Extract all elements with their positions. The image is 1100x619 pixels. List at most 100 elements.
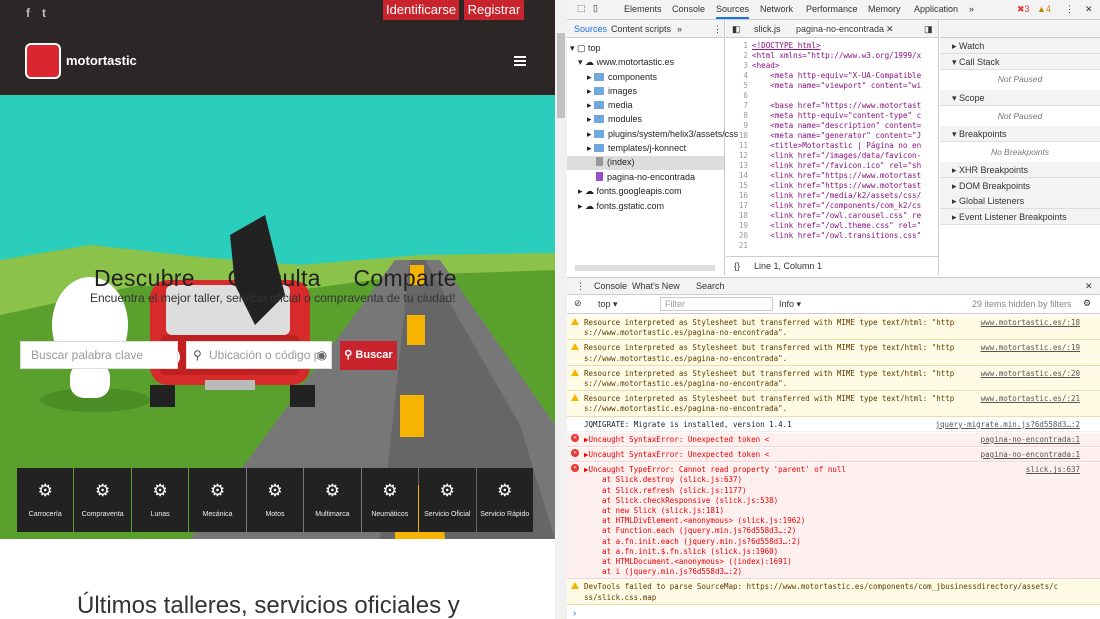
line-number[interactable]: 19 <box>726 221 748 231</box>
code-line[interactable]: <link href="/media/k2/assets/css/ <box>752 191 921 201</box>
tree-domain-googleapis[interactable]: ▸ ☁ fonts.googleapis.com <box>578 186 682 197</box>
category-tile[interactable]: ⚙ Compraventa <box>74 468 131 532</box>
tab-memory[interactable]: Memory <box>868 4 901 14</box>
line-number[interactable]: 9 <box>726 121 748 131</box>
clear-console-icon[interactable]: ⊘ <box>574 298 582 309</box>
error-count-badge[interactable]: ✖3 <box>1017 4 1030 15</box>
code-line[interactable]: <link href="/owl.carousel.css" re <box>752 211 921 221</box>
tab-elements[interactable]: Elements <box>624 4 662 14</box>
code-line[interactable]: <html xmlns="http://www.w3.org/1999/x <box>752 51 921 61</box>
console-message-err[interactable]: ✕ ▶Uncaught TypeError: Cannot read proper… <box>567 463 1100 580</box>
console-source-link[interactable]: www.motortastic.es/:18 <box>980 318 1080 329</box>
category-tile[interactable]: ⚙ Motos <box>246 468 304 532</box>
console-prompt[interactable]: › <box>573 608 576 619</box>
line-number[interactable]: 4 <box>726 71 748 81</box>
console-message-warn[interactable]: Resource interpreted as Stylesheet but t… <box>567 341 1100 366</box>
scrollbar-thumb[interactable] <box>557 33 565 118</box>
tree-folder-images[interactable]: ▸ images <box>587 86 637 97</box>
code-line[interactable]: <link href="/images/data/favicon- <box>752 151 921 161</box>
line-number[interactable]: 11 <box>726 141 748 151</box>
tree-folder-templates[interactable]: ▸ templates/j-konnect <box>587 143 686 154</box>
line-number[interactable]: 3 <box>726 61 748 71</box>
console-message-info[interactable]: JQMIGRATE: Migrate is installed, version… <box>567 418 1100 432</box>
tree-file-index[interactable]: (index) <box>567 156 724 170</box>
pretty-print-icon[interactable]: {} <box>734 257 740 275</box>
tab-performance[interactable]: Performance <box>806 4 858 14</box>
log-level-select[interactable]: Info ▾ <box>779 299 801 310</box>
pane-breakpoints[interactable]: ▾ Breakpoints <box>940 126 1100 142</box>
geolocate-icon[interactable]: ◉ <box>317 342 327 368</box>
console-message-warn[interactable]: Resource interpreted as Stylesheet but t… <box>567 392 1100 417</box>
nav-menu-icon[interactable]: ⋮ <box>713 24 722 35</box>
close-drawer-icon[interactable]: ✕ <box>1085 281 1093 292</box>
search-button[interactable]: ⚲ Buscar <box>340 341 397 370</box>
line-number[interactable]: 13 <box>726 161 748 171</box>
logo-icon[interactable] <box>25 43 61 79</box>
console-source-link[interactable]: jquery-migrate.min.js?6d558d3…:2 <box>935 419 1080 430</box>
code-line[interactable]: <link href="/favicon.ico" rel="sh <box>752 161 921 171</box>
line-number[interactable]: 6 <box>726 91 748 101</box>
console-message-warn[interactable]: Resource interpreted as Stylesheet but t… <box>567 366 1100 392</box>
pane-event-listener-breakpoints[interactable]: ▸ Event Listener Breakpoints <box>940 209 1100 225</box>
location-input[interactable]: ⚲ Ubicación o código po ◉ <box>186 341 332 369</box>
tree-folder-components[interactable]: ▸ components <box>587 72 657 83</box>
category-tile[interactable]: ⚙ Servicio Oficial <box>419 468 476 532</box>
tree-folder-media[interactable]: ▸ media <box>587 100 633 111</box>
console-source-link[interactable]: www.motortastic.es/:20 <box>980 368 1080 379</box>
console-source-link[interactable]: pagina-no-encontrada:1 <box>980 434 1080 445</box>
line-number[interactable]: 8 <box>726 111 748 121</box>
pane-xhr-breakpoints[interactable]: ▸ XHR Breakpoints <box>940 162 1100 178</box>
category-tile[interactable]: ⚙ Lunas <box>131 468 189 532</box>
line-number[interactable]: 10 <box>726 131 748 141</box>
line-number[interactable]: 7 <box>726 101 748 111</box>
toggle-debugger-icon[interactable]: ◨ <box>924 24 933 35</box>
line-number[interactable]: 2 <box>726 51 748 61</box>
console-message-err[interactable]: ✕ ▶Uncaught SyntaxError: Unexpected token… <box>567 448 1100 463</box>
code-line[interactable]: <meta http-equiv="X-UA-Compatible <box>752 71 921 81</box>
category-tile[interactable]: ⚙ Servicio Rápido <box>476 468 533 532</box>
drawer-tab-whats-new[interactable]: What's New <box>632 281 680 291</box>
editor-tab-slick-js[interactable]: slick.js <box>754 24 781 34</box>
category-tile[interactable]: ⚙ Carrocería <box>17 468 74 532</box>
login-button[interactable]: Identificarse <box>383 0 459 20</box>
devtools-menu-icon[interactable]: ⋮ <box>1065 4 1074 15</box>
tab-sources[interactable]: Sources <box>716 4 750 19</box>
code-line[interactable]: <meta name="description" content= <box>752 121 921 131</box>
category-tile[interactable]: ⚙ Multimarca <box>304 468 361 532</box>
tree-domain-gstatic[interactable]: ▸ ☁ fonts.gstatic.com <box>578 201 664 212</box>
line-number[interactable]: 12 <box>726 151 748 161</box>
drawer-menu-icon[interactable]: ⋮ <box>576 281 585 292</box>
device-toggle-icon[interactable]: ▯ <box>593 3 598 14</box>
navigator-hscrollbar[interactable] <box>575 265 715 271</box>
console-message-warn[interactable]: Resource interpreted as Stylesheet but t… <box>567 316 1100 341</box>
keyword-search-input[interactable]: Buscar palabra clave <box>20 341 178 369</box>
pane-global-listeners[interactable]: ▸ Global Listeners <box>940 193 1100 209</box>
more-tabs-icon[interactable]: » <box>969 4 974 14</box>
close-devtools-icon[interactable]: ✕ <box>1085 4 1093 15</box>
toggle-navigator-icon[interactable]: ◧ <box>732 24 741 35</box>
line-number[interactable]: 5 <box>726 81 748 91</box>
code-line[interactable]: <link href="https://www.motortast <box>752 171 921 181</box>
hamburger-menu-icon[interactable] <box>514 56 526 58</box>
line-number[interactable]: 16 <box>726 191 748 201</box>
code-line[interactable]: <link href="/owl.theme.css" rel=" <box>752 221 921 231</box>
console-filter-input[interactable]: Filter <box>660 297 773 311</box>
console-source-link[interactable]: slick.js:637 <box>1025 465 1080 476</box>
tab-application[interactable]: Application <box>914 4 958 14</box>
code-line[interactable]: <link href="/owl.transitions.css" <box>752 231 921 241</box>
line-number[interactable]: 15 <box>726 181 748 191</box>
line-number[interactable]: 17 <box>726 201 748 211</box>
editor-tab-page[interactable]: pagina-no-encontrada <box>796 24 885 34</box>
inspect-icon[interactable]: ⬚ <box>577 3 586 14</box>
code-line[interactable]: <link href="/components/com_k2/cs <box>752 201 921 211</box>
close-tab-icon[interactable]: ✕ <box>886 24 894 35</box>
code-line[interactable]: <title>Motortastic | Página no en <box>752 141 921 151</box>
tree-file-page[interactable]: pagina-no-encontrada <box>596 172 695 182</box>
page-scrollbar[interactable] <box>555 0 567 619</box>
tree-folder-modules[interactable]: ▸ modules <box>587 114 642 125</box>
line-number[interactable]: 20 <box>726 231 748 241</box>
facebook-icon[interactable]: f <box>26 6 30 20</box>
pane-scope[interactable]: ▾ Scope <box>940 90 1100 106</box>
twitter-icon[interactable]: t <box>42 6 46 20</box>
tree-folder-plugins[interactable]: ▸ plugins/system/helix3/assets/css <box>587 129 738 140</box>
